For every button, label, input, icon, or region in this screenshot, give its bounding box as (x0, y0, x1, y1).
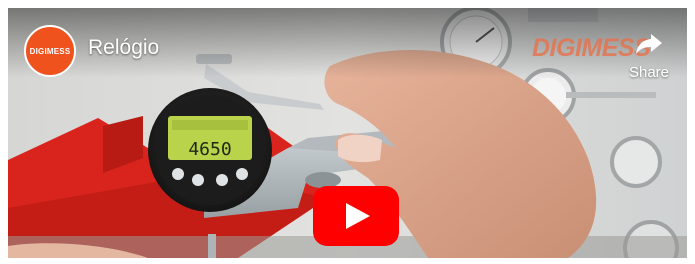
video-player[interactable]: 4650 DIGIMESS Relógio DIGIMESS Share (8, 8, 687, 258)
lcd-reading: 4650 (188, 139, 231, 160)
share-arrow-icon (636, 34, 662, 54)
channel-avatar-text: DIGIMESS (29, 46, 71, 56)
video-title[interactable]: Relógio (88, 36, 159, 60)
share-button[interactable]: Share (620, 26, 676, 92)
share-label: Share (628, 64, 670, 81)
channel-avatar[interactable]: DIGIMESS (24, 25, 76, 77)
play-button[interactable] (313, 186, 399, 246)
